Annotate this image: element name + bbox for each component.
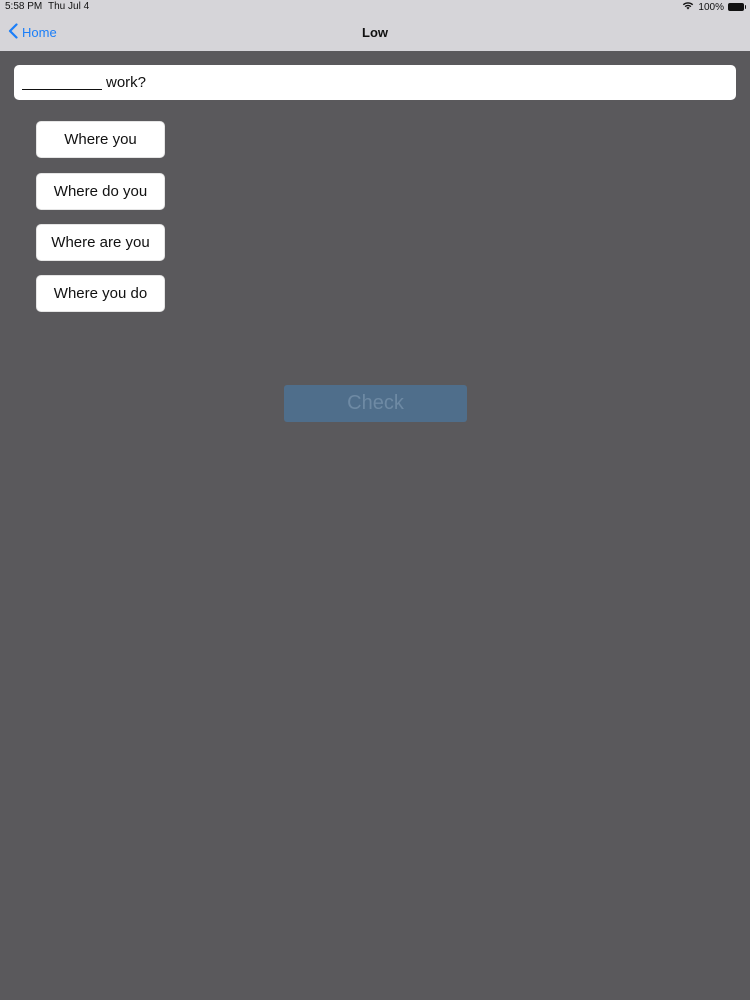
page-title: Low — [362, 25, 388, 40]
wifi-icon — [682, 1, 694, 13]
option-button[interactable]: Where do you — [36, 173, 165, 210]
battery-icon — [728, 3, 746, 11]
question-sentence: work? — [14, 65, 736, 100]
status-indicators: 100% — [682, 1, 746, 13]
answer-blank — [22, 76, 102, 90]
navigation-bar: Home Low — [0, 14, 750, 51]
battery-percent: 100% — [698, 1, 724, 13]
check-button[interactable]: Check — [284, 385, 467, 422]
option-button[interactable]: Where you — [36, 121, 165, 158]
option-button[interactable]: Where you do — [36, 275, 165, 312]
option-button[interactable]: Where are you — [36, 224, 165, 261]
status-time: 5:58 PM — [5, 1, 43, 12]
status-date: Thu Jul 4 — [48, 1, 90, 12]
question-text: work? — [106, 74, 147, 91]
status-bar: 5:58 PM Thu Jul 4 100% — [0, 0, 750, 14]
